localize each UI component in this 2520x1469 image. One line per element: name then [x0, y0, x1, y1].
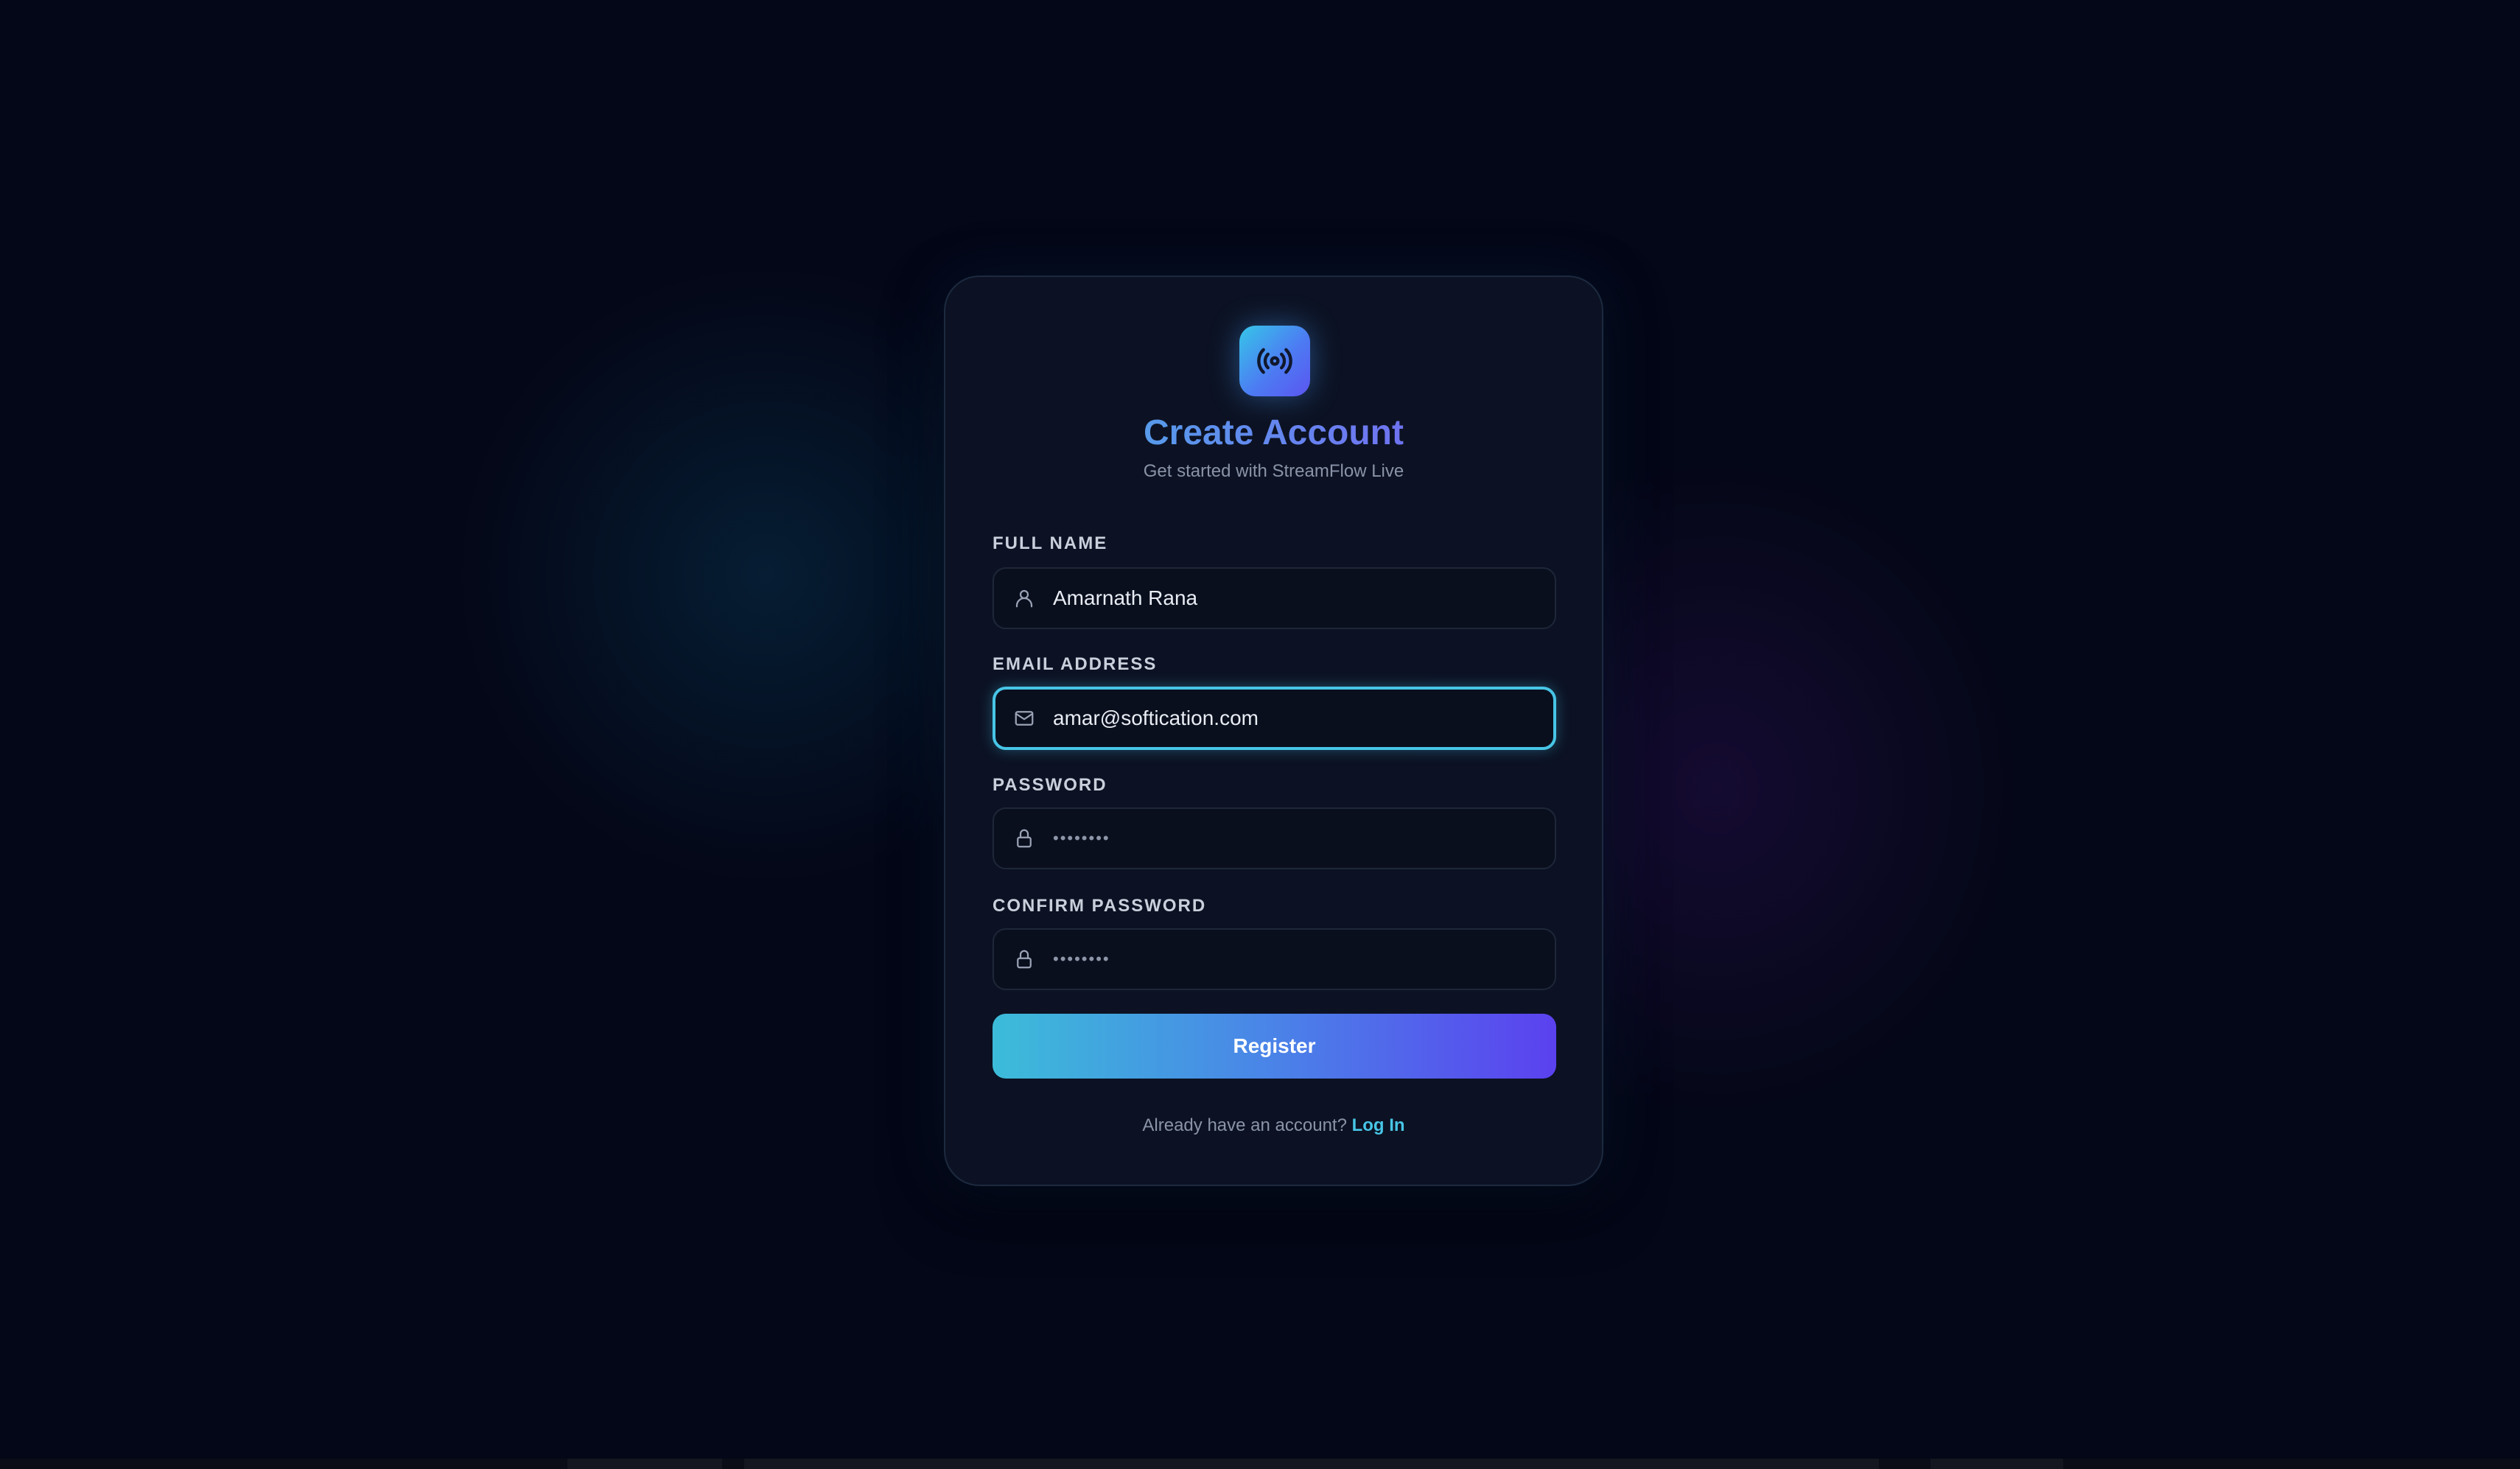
app-logo	[1239, 326, 1310, 396]
email-label: EMAIL ADDRESS	[993, 654, 1158, 674]
broadcast-icon	[1257, 348, 1292, 374]
bottom-edge-strip	[0, 1459, 2520, 1469]
register-card: Create Account Get started with StreamFl…	[944, 276, 1603, 1186]
lock-icon	[1012, 826, 1037, 851]
user-icon	[1012, 586, 1037, 611]
page-background: Create Account Get started with StreamFl…	[0, 0, 2520, 1469]
login-prompt-text: Already have an account?	[1142, 1115, 1347, 1135]
password-field[interactable]: ••••••••	[993, 807, 1556, 869]
password-label: PASSWORD	[993, 775, 1107, 795]
email-field[interactable]: amar@softication.com	[993, 687, 1556, 750]
mail-icon	[1012, 706, 1037, 731]
login-link[interactable]: Log In	[1352, 1115, 1405, 1135]
lock-icon	[1012, 947, 1037, 972]
full-name-value: Amarnath Rana	[1053, 586, 1198, 609]
confirm-password-label: CONFIRM PASSWORD	[993, 896, 1207, 916]
confirm-password-masked-value: ••••••••	[1053, 950, 1110, 968]
bottom-strip-segment	[744, 1459, 1879, 1469]
register-button[interactable]: Register	[993, 1014, 1556, 1079]
confirm-password-field[interactable]: ••••••••	[993, 928, 1556, 990]
bottom-strip-segment	[567, 1459, 722, 1469]
email-value: amar@softication.com	[1053, 707, 1259, 729]
login-prompt: Already have an account? Log In	[945, 1115, 1602, 1136]
page-subtitle: Get started with StreamFlow Live	[1143, 461, 1404, 481]
page-title: Create Account	[945, 413, 1602, 453]
full-name-label: FULL NAME	[993, 533, 1108, 553]
bottom-strip-segment	[1931, 1459, 2063, 1469]
full-name-field[interactable]: Amarnath Rana	[993, 567, 1556, 629]
password-masked-value: ••••••••	[1053, 829, 1110, 847]
